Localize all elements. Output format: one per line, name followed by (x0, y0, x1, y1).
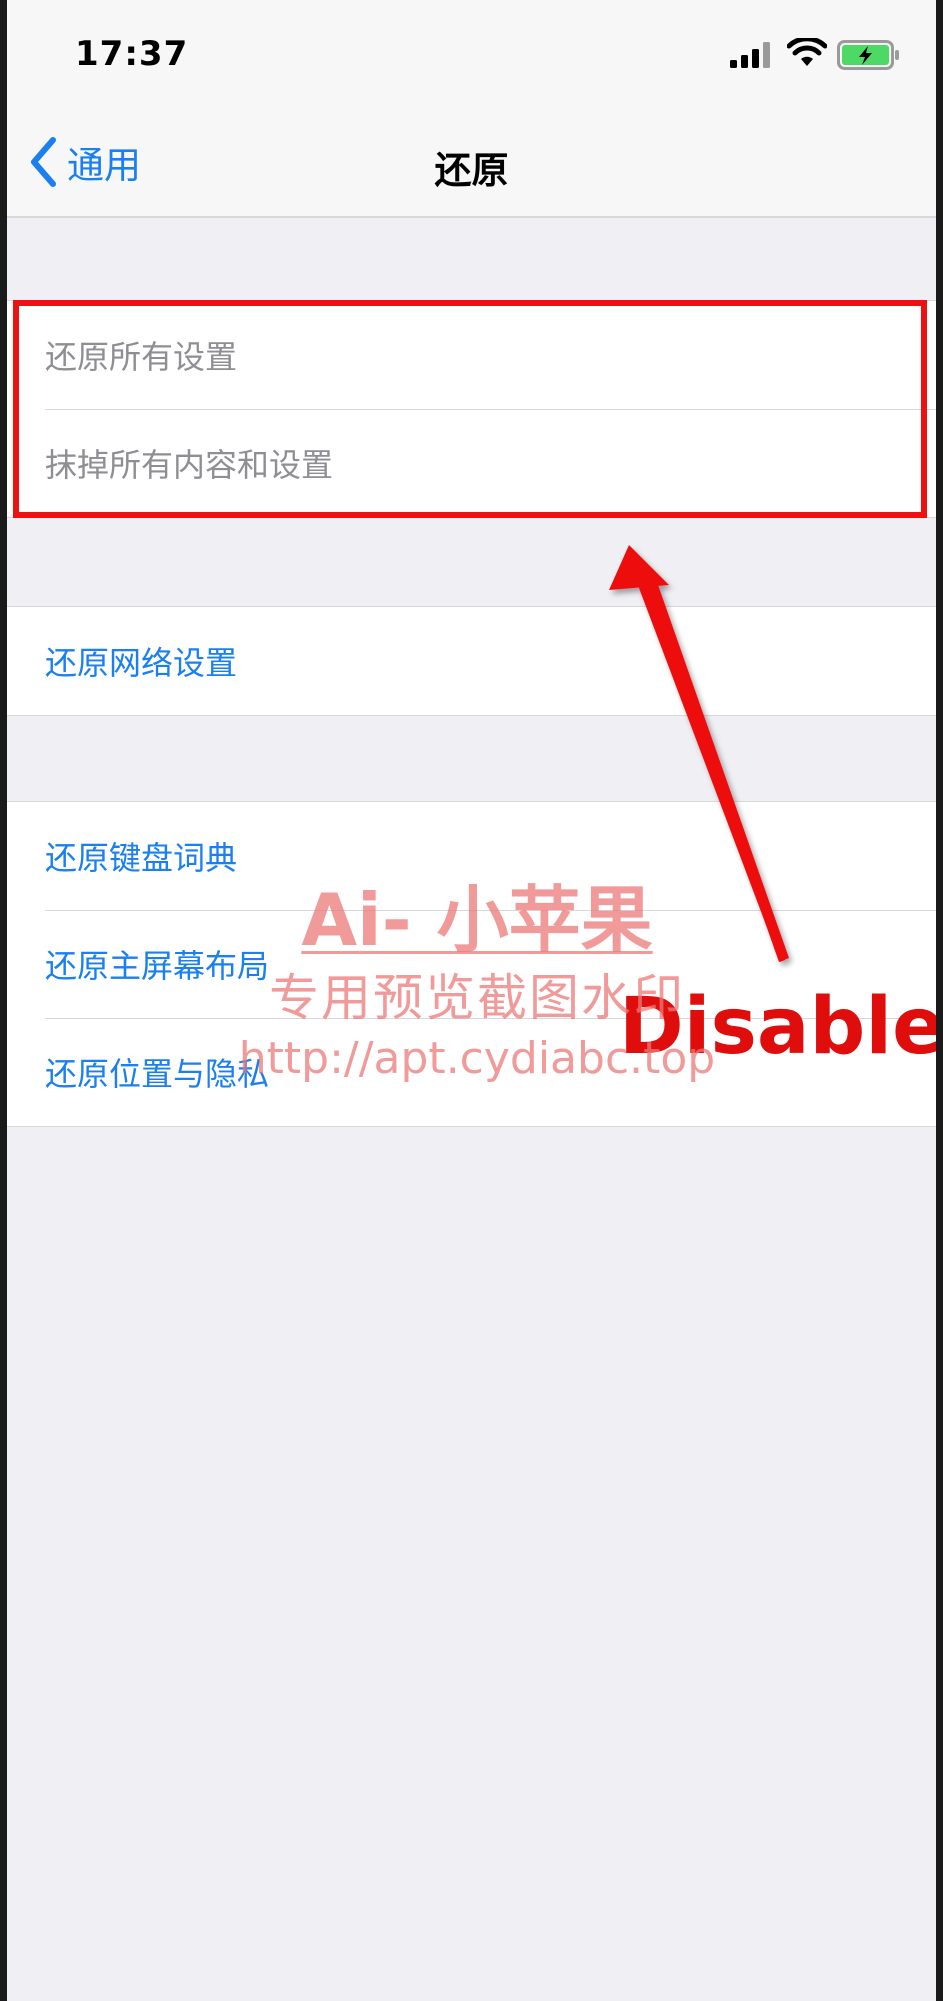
erase-all-content-row[interactable]: 抹掉所有内容和设置 (7, 409, 936, 517)
row-label: 抹掉所有内容和设置 (45, 446, 334, 484)
reset-group-primary: 还原所有设置 抹掉所有内容和设置 (7, 300, 936, 518)
row-label: 还原键盘词典 (45, 839, 238, 877)
row-label: 还原所有设置 (45, 338, 238, 376)
status-bar: 17:37 (7, 0, 936, 110)
reset-group-network: 还原网络设置 (7, 606, 936, 716)
page-title: 还原 (434, 149, 509, 192)
reset-group-other: 还原键盘词典 还原主屏幕布局 还原位置与隐私 (7, 801, 936, 1127)
battery-charging-icon (837, 40, 899, 70)
reset-keyboard-dictionary-row[interactable]: 还原键盘词典 (7, 802, 936, 910)
row-label: 还原主屏幕布局 (45, 947, 270, 985)
status-time: 17:37 (75, 34, 189, 74)
settings-screen: 17:37 通用 还原 还原所有设置 抹掉所有内容和设置 还原网络设置 还原键盘… (7, 0, 936, 2001)
reset-all-settings-row[interactable]: 还原所有设置 (7, 301, 936, 409)
row-label: 还原网络设置 (45, 644, 238, 682)
wifi-icon (787, 38, 827, 66)
row-label: 还原位置与隐私 (45, 1055, 270, 1093)
cellular-signal-icon (730, 42, 770, 68)
reset-network-settings-row[interactable]: 还原网络设置 (7, 607, 936, 715)
annotation-label: Disable (619, 982, 936, 1072)
navigation-bar: 通用 还原 (7, 110, 936, 218)
